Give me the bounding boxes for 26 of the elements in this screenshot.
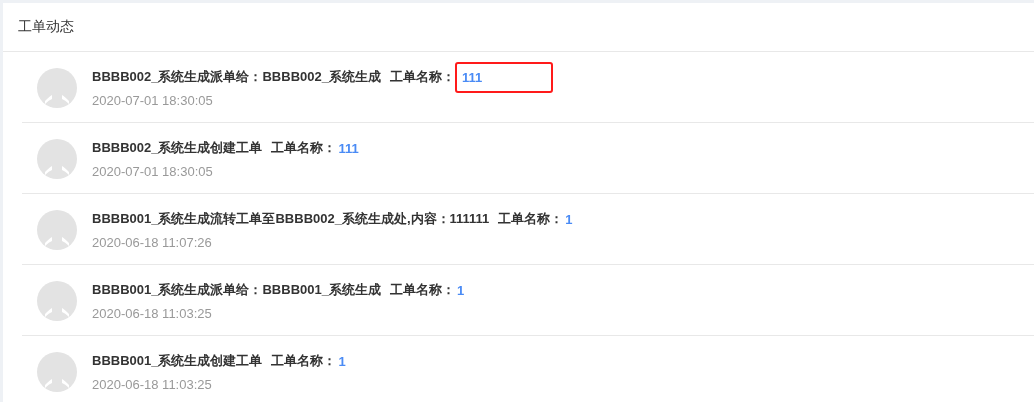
- panel-title: 工单动态: [18, 18, 74, 36]
- activity-time: 2020-07-01 18:30:05: [92, 164, 214, 179]
- order-name-label: 工单名称：: [271, 139, 337, 157]
- activity-text: BBBB001_系统生成创建工单: [92, 352, 263, 370]
- order-name-link[interactable]: 1: [338, 349, 346, 373]
- order-name-label: 工单名称：: [389, 68, 455, 86]
- activity-text: BBBB001_系统生成派单给：BBBB001_系统生成: [92, 281, 381, 299]
- order-name-link[interactable]: 111: [454, 61, 553, 93]
- activity-text: BBBB001_系统生成流转工单至BBBB002_系统生成处,内容：111111: [92, 210, 490, 228]
- activity-text: BBBB002_系统生成创建工单: [92, 139, 263, 157]
- activity-time: 2020-06-18 11:03:25: [92, 377, 213, 392]
- order-name-link[interactable]: 1: [565, 207, 573, 231]
- order-name-label: 工单名称：: [271, 352, 337, 370]
- order-name-link[interactable]: 111: [338, 136, 359, 160]
- order-name-link[interactable]: 1: [456, 278, 465, 302]
- avatar-icon: [37, 352, 77, 392]
- activity-time: 2020-06-18 11:07:26: [92, 235, 213, 250]
- avatar-icon: [37, 68, 77, 108]
- avatar-icon: [37, 210, 77, 250]
- avatar-icon: [37, 281, 77, 321]
- avatar-icon: [37, 139, 77, 179]
- activity-text: BBBB002_系统生成派单给：BBBB002_系统生成: [92, 68, 381, 86]
- order-name-label: 工单名称：: [498, 210, 564, 228]
- order-name-label: 工单名称：: [389, 281, 455, 299]
- activity-time: 2020-07-01 18:30:05: [92, 93, 214, 108]
- activity-time: 2020-06-18 11:03:25: [92, 306, 213, 321]
